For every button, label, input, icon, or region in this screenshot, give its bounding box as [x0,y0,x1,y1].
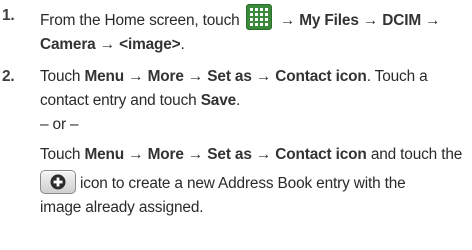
step-text: Touch [40,146,81,163]
menu-path-camera: Camera [40,36,96,53]
menu-path-contact-icon: Contact icon [275,146,367,163]
step-text: icon to create a new Address Book entry … [80,175,406,192]
step-2-line-2: contact entry and touch Save. [40,89,472,113]
arrow: → [128,146,144,163]
step-text: and touch the [370,146,463,163]
step-1-line-1: From the Home screen, touch → My Files →… [40,4,472,33]
step-2-line-1: Touch Menu → More → Set as → Contact ico… [40,65,472,89]
instruction-steps: 1. From the Home screen, touch → My File… [0,0,472,220]
step-2-line-6: image already assigned. [40,199,204,216]
menu-path-menu: Menu [84,146,125,163]
step-text: From the Home screen, touch [40,12,240,29]
menu-path-menu: Menu [84,68,125,85]
step-2: 2. Touch Menu → More → Set as → Contact … [0,65,472,220]
step-1-line-2: Camera → <image>. [40,33,472,57]
menu-path-set-as: Set as [207,146,252,163]
or-separator: – or – [40,116,79,133]
step-text: Touch [40,68,81,85]
menu-path-my-files: My Files [299,12,359,29]
add-contact-icon [40,170,76,194]
arrow: → [128,68,144,85]
step-number: 2. [2,68,15,85]
menu-path-image: <image> [119,36,181,53]
arrow: → [279,12,296,29]
arrow: → [362,12,379,29]
arrow: → [187,146,204,163]
arrow: → [255,68,272,85]
arrow: → [425,12,441,29]
apps-grid-icon [245,4,272,30]
menu-path-dcim: DCIM [382,12,421,29]
step-2-line-4: Touch Menu → More → Set as → Contact ico… [40,143,472,167]
menu-path-set-as: Set as [207,68,252,85]
step-text: contact entry and touch [40,92,197,109]
arrow: → [99,36,115,53]
menu-path-more: More [147,68,184,85]
step-1: 1. From the Home screen, touch → My File… [0,4,472,57]
arrow: → [187,68,204,85]
step-text: . [180,36,185,53]
step-2-line-5: icon to create a new Address Book entry … [40,170,472,196]
menu-path-more: More [147,146,184,163]
menu-path-contact-icon: Contact icon [275,68,367,85]
step-number: 1. [2,7,15,24]
arrow: → [255,146,272,163]
save-label: Save [200,92,237,109]
step-text: . [236,92,241,109]
step-text: . Touch a [366,68,428,85]
